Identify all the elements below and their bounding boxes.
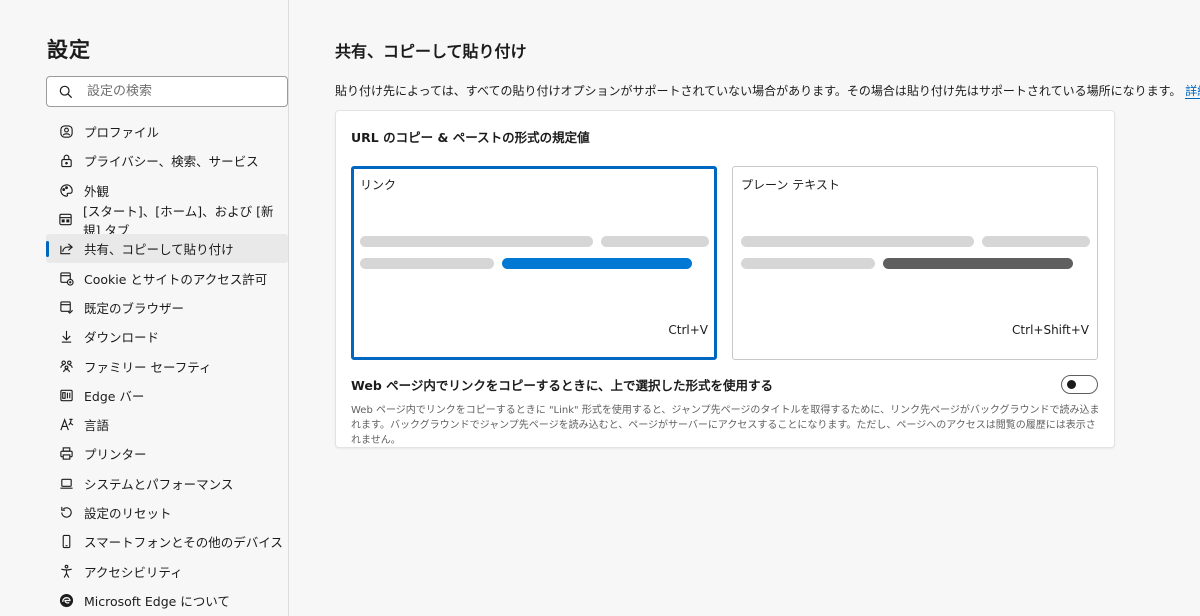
preview-row (360, 236, 709, 247)
sidebar-nav: プロファイル プライバシー、検索、サービス 外観 [スタート]、[ホーム]、およ… (46, 117, 288, 615)
search-input[interactable] (87, 84, 277, 99)
sidebar-item-profile[interactable]: プロファイル (46, 117, 288, 146)
cookie-icon (58, 270, 74, 286)
palette-icon (58, 182, 74, 198)
sidebar-item-label: プライバシー、検索、サービス (84, 154, 259, 170)
preview-link-bar (502, 258, 692, 269)
share-icon (58, 241, 74, 257)
edge-logo-icon (58, 592, 74, 608)
option-shortcut: Ctrl+Shift+V (1012, 323, 1089, 337)
format-options: リンク Ctrl+V プレーン テキスト Ctrl+Shift+V (351, 166, 1098, 360)
sidebar-item-about[interactable]: Microsoft Edge について (46, 586, 288, 615)
reset-icon (58, 505, 74, 521)
description-text: 貼り付け先によっては、すべての貼り付けオプションがサポートされていない場合があり… (335, 84, 1182, 98)
sidebar-item-label: 設定のリセット (84, 506, 172, 521)
use-format-toggle[interactable] (1061, 375, 1098, 394)
option-shortcut: Ctrl+V (668, 323, 708, 337)
family-icon (58, 358, 74, 374)
preview-bar (982, 236, 1090, 247)
sidebar-item-label: システムとパフォーマンス (84, 476, 234, 492)
sidebar-item-languages[interactable]: 言語 (46, 410, 288, 439)
tabs-icon (58, 212, 73, 228)
sidebar-item-devices[interactable]: スマートフォンとその他のデバイス (46, 527, 288, 556)
settings-window: 設定 プロファイル プライバシー、検索、サービス (0, 0, 1200, 616)
sidebar-item-label: Microsoft Edge について (84, 593, 230, 609)
toggle-knob (1067, 380, 1076, 389)
sidebar-item-label: 外観 (84, 183, 110, 199)
sidebar-item-label: ファミリー セーフティ (84, 359, 212, 375)
accessibility-icon (58, 563, 74, 579)
language-icon (58, 417, 74, 433)
sidebar-item-label: 共有、コピーして貼り付け (84, 242, 234, 258)
printer-icon (58, 446, 74, 462)
option-label: プレーン テキスト (741, 178, 840, 192)
sidebar-item-label: Cookie とサイトのアクセス許可 (84, 271, 268, 287)
sidebar-item-privacy[interactable]: プライバシー、検索、サービス (46, 146, 288, 175)
sidebar-item-label: 既定のブラウザー (84, 300, 185, 316)
sidebar-item-edge-bar[interactable]: Edge バー (46, 381, 288, 410)
preview-row (360, 258, 709, 269)
edge-bar-icon (58, 387, 74, 403)
link-format-option[interactable]: リンク Ctrl+V (351, 166, 717, 360)
copy-paste-format-card: URL のコピー & ペーストの形式の規定値 リンク Ctrl+V プレーン テ… (335, 110, 1115, 448)
preview-bar (741, 236, 974, 247)
sidebar-item-label: Edge バー (84, 388, 145, 404)
sidebar-item-label: アクセシビリティ (84, 564, 183, 580)
sidebar-item-label: 言語 (84, 418, 110, 434)
sidebar-item-label: プロファイル (84, 125, 160, 141)
preview-row (741, 258, 1090, 269)
page-description: 貼り付け先によっては、すべての貼り付けオプションがサポートされていない場合があり… (335, 82, 1200, 99)
card-title: URL のコピー & ペーストの形式の規定値 (351, 130, 590, 145)
main-content: 共有、コピーして貼り付け 貼り付け先によっては、すべての貼り付けオプションがサポ… (289, 0, 1200, 616)
preview-bar (360, 258, 494, 269)
preview-bar (601, 236, 709, 247)
sidebar-item-cookies[interactable]: Cookie とサイトのアクセス許可 (46, 263, 288, 292)
sidebar-item-label: スマートフォンとその他のデバイス (84, 535, 283, 551)
profile-icon (58, 124, 74, 140)
sidebar-item-share-copy-paste[interactable]: 共有、コピーして貼り付け (46, 234, 288, 264)
laptop-icon (58, 475, 74, 491)
sidebar: 設定 プロファイル プライバシー、検索、サービス (0, 0, 289, 616)
sidebar-item-printers[interactable]: プリンター (46, 439, 288, 468)
preview-text-bar (883, 258, 1073, 269)
sidebar-item-label: ダウンロード (84, 330, 160, 346)
sidebar-item-default-browser[interactable]: 既定のブラウザー (46, 293, 288, 322)
sidebar-item-downloads[interactable]: ダウンロード (46, 322, 288, 351)
sidebar-item-label: プリンター (84, 447, 147, 463)
search-icon (59, 85, 73, 98)
link-preview (360, 236, 709, 280)
use-format-setting: Web ページ内でリンクをコピーするときに、上で選択した形式を使用する (351, 375, 1098, 394)
preview-bar (741, 258, 875, 269)
sidebar-title: 設定 (47, 38, 91, 62)
download-icon (58, 329, 74, 345)
page-title: 共有、コピーして貼り付け (335, 42, 527, 61)
plain-text-format-option[interactable]: プレーン テキスト Ctrl+Shift+V (732, 166, 1098, 360)
sidebar-item-accessibility[interactable]: アクセシビリティ (46, 556, 288, 585)
plain-text-preview (741, 236, 1090, 280)
settings-search[interactable] (46, 76, 288, 107)
toggle-label: Web ページ内でリンクをコピーするときに、上で選択した形式を使用する (351, 378, 773, 393)
option-label: リンク (360, 178, 397, 192)
preview-row (741, 236, 1090, 247)
toggle-description: Web ページ内でリンクをコピーするときに "Link" 形式を使用すると、ジャ… (351, 405, 1100, 446)
sidebar-item-reset[interactable]: 設定のリセット (46, 498, 288, 527)
browser-icon (58, 299, 74, 315)
sidebar-item-family-safety[interactable]: ファミリー セーフティ (46, 351, 288, 380)
sidebar-item-label: [スタート]、[ホーム]、および [新規] タブ (83, 203, 274, 238)
preview-bar (360, 236, 593, 247)
sidebar-item-new-tab[interactable]: [スタート]、[ホーム]、および [新規] タブ (46, 204, 288, 238)
phone-icon (58, 534, 74, 550)
lock-icon (58, 153, 74, 169)
sidebar-item-system[interactable]: システムとパフォーマンス (46, 469, 288, 498)
details-link[interactable]: 詳細情報 (1185, 84, 1200, 99)
